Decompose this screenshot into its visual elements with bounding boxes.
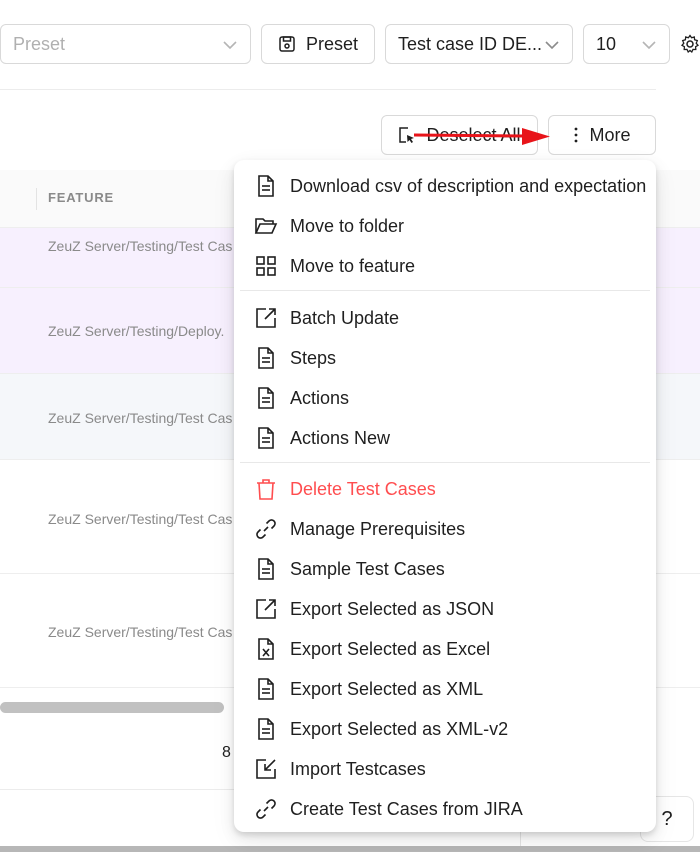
feature-cell: ZeuZ Server/Testing/Test Cas [48, 624, 233, 640]
menu-item-label: Move to folder [290, 215, 405, 236]
file-excel-icon [258, 638, 274, 660]
preset-select-placeholder: Preset [13, 33, 66, 54]
folder-open-icon [254, 218, 278, 234]
column-header-feature[interactable]: FEATURE [48, 190, 114, 205]
menu-item-delete-test-cases[interactable]: Delete Test Cases [254, 471, 436, 507]
save-icon [279, 36, 295, 52]
link-icon [256, 799, 276, 819]
export-icon [256, 599, 276, 619]
menu-item-export-xml[interactable]: Export Selected as XML [254, 671, 483, 707]
menu-item-label: Batch Update [290, 307, 400, 328]
menu-divider [240, 290, 650, 291]
more-vertical-icon [575, 127, 578, 143]
menu-item-download-csv[interactable]: Download csv of description and expectat… [254, 168, 646, 204]
menu-item-label: Steps [290, 347, 337, 368]
menu-item-label: Export Selected as XML [290, 678, 484, 699]
more-dropdown-menu: Download csv of description and expectat… [234, 160, 656, 832]
page-size-select[interactable]: 10 [583, 24, 670, 64]
menu-item-export-excel[interactable]: Export Selected as Excel [254, 631, 490, 667]
menu-item-steps[interactable]: Steps [254, 340, 336, 376]
menu-item-move-to-folder[interactable]: Move to folder [254, 208, 404, 244]
file-icon [258, 718, 274, 740]
menu-divider [240, 462, 650, 463]
menu-item-create-from-jira[interactable]: Create Test Cases from JIRA [254, 791, 523, 827]
file-icon [258, 558, 274, 580]
menu-item-move-to-feature[interactable]: Move to feature [254, 248, 415, 284]
menu-item-label: Export Selected as JSON [290, 598, 495, 619]
column-separator [36, 188, 37, 210]
sort-select-value: Test case ID DE... [398, 33, 543, 54]
sort-select[interactable]: Test case ID DE... [385, 24, 573, 64]
chevron-down-icon [223, 41, 237, 50]
more-label: More [589, 124, 631, 145]
toolbar: Preset Preset Test case ID DE... 10 [0, 24, 700, 64]
menu-item-label: Move to feature [290, 255, 416, 276]
annotation-arrow-icon [414, 128, 550, 145]
menu-item-label: Delete Test Cases [290, 478, 436, 499]
menu-item-label: Export Selected as Excel [290, 638, 491, 659]
feature-cell: ZeuZ Server/Testing/Test Cas [48, 238, 233, 254]
menu-item-import-testcases[interactable]: Import Testcases [254, 751, 426, 787]
horizontal-scrollbar[interactable] [0, 702, 224, 713]
trash-icon [257, 479, 275, 500]
menu-item-export-xml-v2[interactable]: Export Selected as XML-v2 [254, 711, 508, 747]
file-icon [258, 387, 274, 409]
file-icon [258, 175, 274, 197]
menu-item-label: Import Testcases [290, 758, 426, 779]
menu-item-sample-test-cases[interactable]: Sample Test Cases [254, 551, 445, 587]
menu-item-actions[interactable]: Actions [254, 380, 349, 416]
menu-item-label: Sample Test Cases [290, 558, 445, 579]
chevron-down-icon [642, 41, 656, 50]
menu-item-label: Export Selected as XML-v2 [290, 718, 509, 739]
preset-button-label: Preset [305, 33, 359, 54]
menu-item-batch-update[interactable]: Batch Update [254, 300, 399, 336]
menu-item-label: Create Test Cases from JIRA [290, 798, 523, 819]
feature-cell: ZeuZ Server/Testing/Deploy. [48, 323, 225, 339]
menu-item-label: Download csv of description and expectat… [290, 175, 647, 196]
page-size-value: 10 [596, 33, 617, 54]
menu-item-label: Actions [290, 387, 350, 408]
feature-cell: ZeuZ Server/Testing/Test Cas [48, 511, 233, 527]
page-horizontal-scrollbar[interactable] [0, 846, 700, 852]
import-icon [256, 759, 276, 779]
file-icon [258, 678, 274, 700]
chevron-down-icon [545, 41, 559, 50]
link-icon [256, 519, 276, 539]
menu-item-label: Manage Prerequisites [290, 518, 466, 539]
toolbar-divider [0, 89, 656, 90]
more-button[interactable]: More [548, 115, 656, 155]
file-icon [258, 427, 274, 449]
export-icon [256, 308, 276, 328]
gear-icon[interactable] [680, 34, 700, 54]
feature-cell: ZeuZ Server/Testing/Test Cas [48, 410, 233, 426]
menu-item-export-json[interactable]: Export Selected as JSON [254, 591, 494, 627]
file-icon [258, 347, 274, 369]
grid-icon [256, 256, 276, 276]
preset-button[interactable]: Preset [261, 24, 375, 64]
menu-item-label: Actions New [290, 427, 391, 448]
menu-item-manage-prerequisites[interactable]: Manage Prerequisites [254, 511, 465, 547]
preset-select[interactable]: Preset [0, 24, 251, 64]
menu-item-actions-new[interactable]: Actions New [254, 420, 390, 456]
footer-count: 8 [222, 744, 231, 761]
